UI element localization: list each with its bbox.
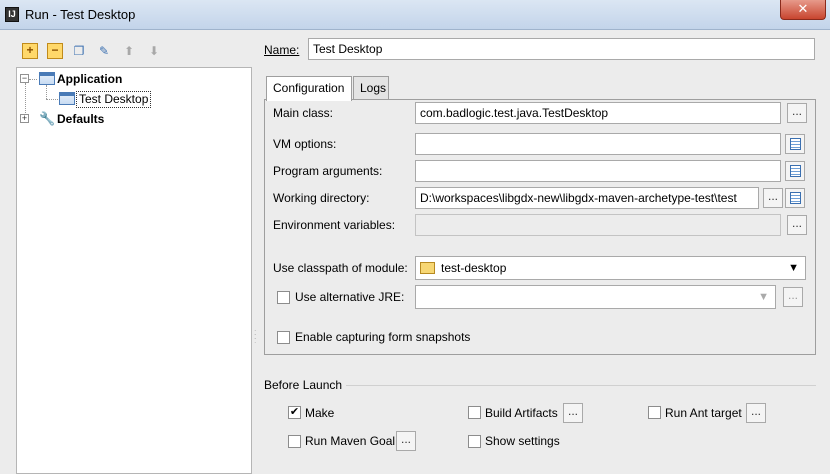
config-toolbar: + − ❐ ✎ ⬆ ⬇: [0, 38, 252, 66]
build-artifacts-config-button[interactable]: ...: [563, 403, 583, 423]
vm-options-expand-icon[interactable]: [785, 134, 805, 154]
program-arguments-label: Program arguments:: [273, 164, 383, 178]
form-snapshots-label: Enable capturing form snapshots: [295, 330, 471, 344]
make-checkbox[interactable]: ✔: [288, 406, 301, 419]
tab-configuration[interactable]: Configuration: [266, 76, 352, 101]
program-arguments-expand-icon[interactable]: [785, 161, 805, 181]
working-directory-browse-button[interactable]: ...: [763, 188, 783, 208]
defaults-wrench-icon: 🔧: [39, 111, 56, 126]
build-artifacts-label: Build Artifacts: [485, 406, 558, 420]
app-icon: IJ: [5, 7, 19, 22]
main-class-field[interactable]: com.badlogic.test.java.TestDesktop: [415, 102, 781, 124]
vm-options-field[interactable]: [415, 133, 781, 155]
show-settings-checkbox[interactable]: [468, 435, 481, 448]
working-directory-label: Working directory:: [273, 191, 370, 205]
splitter-handle[interactable]: :::: [254, 328, 257, 345]
move-down-icon[interactable]: ⬇: [146, 43, 162, 59]
tab-logs[interactable]: Logs: [353, 76, 389, 100]
working-directory-field[interactable]: D:\workspaces\libgdx-new\libgdx-maven-ar…: [415, 187, 759, 209]
tree-label-defaults: Defaults: [57, 112, 105, 126]
name-field[interactable]: Test Desktop: [308, 38, 815, 60]
tree-item-defaults[interactable]: + 🔧 Defaults: [17, 110, 247, 128]
configuration-tree[interactable]: − Application Test Desktop + 🔧 Defaults: [16, 67, 252, 474]
section-divider: [346, 385, 816, 386]
alternative-jre-select[interactable]: ▼: [415, 285, 776, 309]
main-class-browse-button[interactable]: ...: [787, 103, 807, 123]
name-label: Name:: [264, 43, 299, 57]
wrench-icon[interactable]: ✎: [96, 43, 112, 59]
chevron-down-icon: ▼: [758, 291, 769, 303]
remove-icon[interactable]: −: [47, 43, 63, 59]
form-snapshots-checkbox[interactable]: [277, 331, 290, 344]
run-maven-goal-config-button[interactable]: ...: [396, 431, 416, 451]
program-arguments-field[interactable]: [415, 160, 781, 182]
alternative-jre-browse-button[interactable]: ...: [783, 287, 803, 307]
window-title: Run - Test Desktop: [25, 7, 136, 22]
classpath-module-label: Use classpath of module:: [273, 261, 408, 275]
run-ant-target-config-button[interactable]: ...: [746, 403, 766, 423]
main-class-label: Main class:: [273, 106, 334, 120]
collapse-icon[interactable]: −: [20, 74, 29, 83]
close-button[interactable]: ✕: [780, 0, 826, 20]
move-up-icon[interactable]: ⬆: [121, 43, 137, 59]
module-folder-icon: [420, 262, 435, 274]
title-bar: IJ Run - Test Desktop ✕: [0, 0, 830, 30]
classpath-module-select[interactable]: test-desktop ▼: [415, 256, 806, 280]
tree-item-application[interactable]: − Application: [17, 70, 247, 88]
run-ant-target-checkbox[interactable]: [648, 406, 661, 419]
name-label-text: Name:: [264, 43, 300, 57]
vm-options-label: VM options:: [273, 137, 337, 151]
run-maven-goal-checkbox[interactable]: [288, 435, 301, 448]
run-maven-goal-label: Run Maven Goal: [305, 434, 396, 448]
chevron-down-icon: ▼: [788, 262, 799, 274]
alternative-jre-label: Use alternative JRE:: [295, 290, 405, 304]
tree-label-application: Application: [57, 72, 123, 86]
copy-icon[interactable]: ❐: [71, 43, 87, 59]
application-icon: [39, 72, 55, 85]
tree-item-test-desktop[interactable]: Test Desktop: [17, 90, 247, 108]
environment-variables-field[interactable]: [415, 214, 781, 236]
configuration-panel: Main class: com.badlogic.test.java.TestD…: [264, 99, 816, 355]
before-launch-title: Before Launch: [264, 378, 343, 392]
expand-icon[interactable]: +: [20, 114, 29, 123]
environment-variables-browse-button[interactable]: ...: [787, 215, 807, 235]
add-icon[interactable]: +: [22, 43, 38, 59]
environment-variables-label: Environment variables:: [273, 218, 396, 232]
application-icon: [59, 92, 75, 105]
build-artifacts-checkbox[interactable]: [468, 406, 481, 419]
working-directory-macro-icon[interactable]: [785, 188, 805, 208]
show-settings-label: Show settings: [485, 434, 560, 448]
tree-label-test-desktop: Test Desktop: [76, 91, 152, 108]
make-label: Make: [305, 406, 335, 420]
run-ant-target-label: Run Ant target: [665, 406, 742, 420]
classpath-module-value: test-desktop: [441, 261, 507, 275]
alternative-jre-checkbox[interactable]: [277, 291, 290, 304]
